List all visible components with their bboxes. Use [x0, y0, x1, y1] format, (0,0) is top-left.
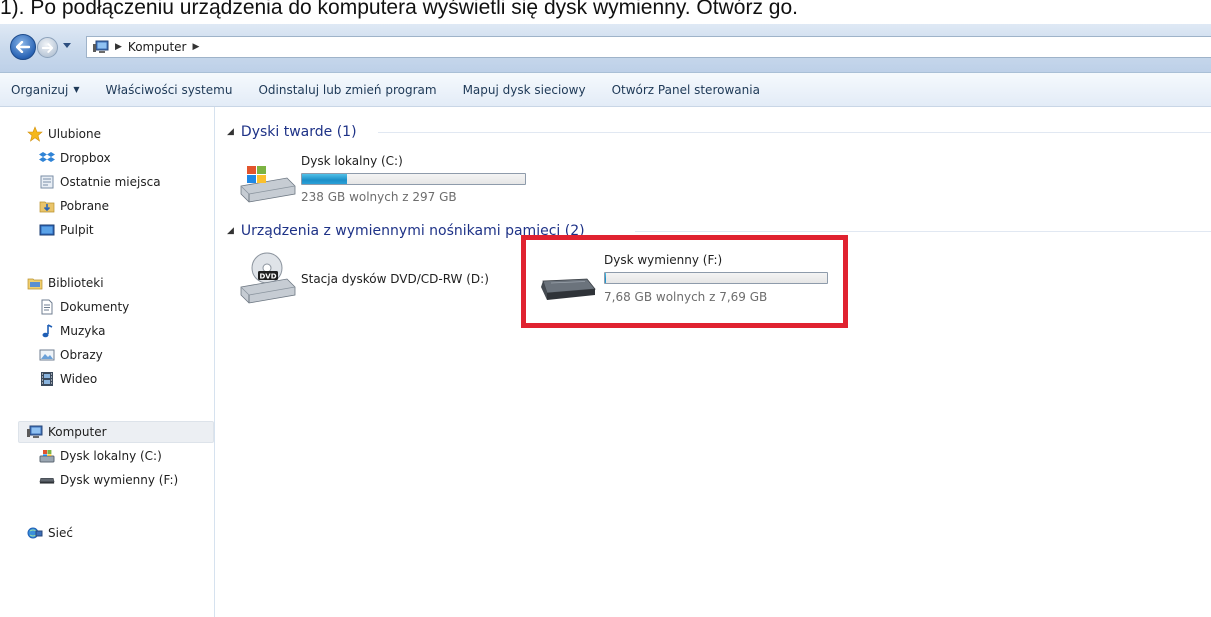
local-disk-icon [39, 448, 55, 464]
sidebar-item-dropbox[interactable]: Dropbox [39, 147, 111, 169]
sidebar-item-downloads[interactable]: Pobrane [39, 195, 109, 217]
sidebar-item-desktop[interactable]: Pulpit [39, 219, 94, 241]
sidebar-item-label: Biblioteki [48, 276, 104, 290]
computer-icon [93, 40, 109, 53]
sidebar-item-label: Komputer [48, 425, 107, 439]
collapse-triangle-icon: ◢ [227, 226, 234, 236]
breadcrumb-separator-icon[interactable]: ▶ [192, 42, 199, 52]
breadcrumb-separator-icon[interactable]: ▶ [115, 42, 122, 52]
sidebar-item-documents[interactable]: Dokumenty [39, 296, 129, 318]
command-toolbar: Organizuj ▼ Właściwości systemu Odinstal… [0, 73, 1211, 107]
highlight-annotation-box [521, 235, 848, 328]
pictures-icon [39, 347, 55, 363]
dvd-drive-icon: DVD [240, 252, 296, 304]
music-note-icon [39, 323, 55, 339]
sidebar-item-label: Dysk wymienny (F:) [60, 473, 179, 487]
map-network-drive-button[interactable]: Mapuj dysk sieciowy [450, 78, 599, 102]
forward-button[interactable] [37, 37, 58, 58]
sidebar-item-label: Pulpit [60, 223, 94, 237]
back-arrow-icon [16, 41, 30, 53]
local-disk-icon [240, 166, 296, 203]
sidebar-item-label: Dysk lokalny (C:) [60, 449, 162, 463]
open-control-panel-button[interactable]: Otwórz Panel sterowania [599, 78, 773, 102]
drive-name: Dysk lokalny (C:) [301, 154, 403, 168]
uninstall-program-button[interactable]: Odinstaluj lub zmień program [245, 78, 449, 102]
sidebar-item-label: Dokumenty [60, 300, 130, 314]
sidebar-item-computer[interactable]: Komputer [18, 421, 214, 443]
drive-name: Stacja dysków DVD/CD-RW (D:) [301, 272, 489, 286]
sidebar-item-libraries[interactable]: Biblioteki [27, 272, 104, 294]
sidebar-item-drive-f[interactable]: Dysk wymienny (F:) [39, 469, 178, 491]
desktop-icon [39, 222, 55, 238]
capacity-fill [302, 174, 347, 184]
group-title: Dyski twarde (1) [240, 124, 357, 140]
sidebar-item-network[interactable]: Sieć [27, 522, 73, 544]
dvd-badge: DVD [259, 273, 276, 281]
back-button[interactable] [10, 34, 36, 60]
network-icon [27, 525, 43, 541]
recent-places-icon [39, 174, 55, 190]
sidebar-item-label: Ostatnie miejsca [60, 175, 161, 189]
libraries-icon [27, 275, 43, 291]
star-icon [27, 126, 43, 142]
computer-icon [27, 424, 43, 440]
organize-button[interactable]: Organizuj ▼ [0, 78, 92, 102]
sidebar-item-label: Muzyka [60, 324, 106, 338]
address-bar: ▶ Komputer ▶ [0, 24, 1211, 73]
sidebar-item-label: Sieć [48, 526, 73, 540]
instruction-caption: 1). Po podłączeniu urządzenia do kompute… [0, 0, 798, 19]
system-properties-button[interactable]: Właściwości systemu [92, 78, 245, 102]
sidebar-item-favorites[interactable]: Ulubione [27, 123, 101, 145]
sidebar-item-label: Pobrane [60, 199, 110, 213]
drive-tile-local-c[interactable]: Dysk lokalny (C:) 238 GB wolnych z 297 G… [235, 152, 535, 210]
address-field[interactable]: ▶ Komputer ▶ [86, 36, 1211, 58]
group-header-hard-disks[interactable]: ◢ Dyski twarde (1) [227, 122, 357, 142]
sidebar-item-label: Ulubione [48, 127, 102, 141]
forward-arrow-icon [42, 42, 53, 53]
sidebar-item-recent-places[interactable]: Ostatnie miejsca [39, 171, 161, 193]
chevron-down-icon: ▼ [73, 85, 80, 94]
sidebar-item-label: Wideo [60, 372, 98, 386]
sidebar-item-pictures[interactable]: Obrazy [39, 344, 103, 366]
breadcrumb-computer[interactable]: Komputer [128, 40, 187, 54]
sidebar-item-label: Dropbox [60, 151, 111, 165]
sidebar-item-label: Obrazy [60, 348, 103, 362]
capacity-bar [301, 173, 526, 185]
documents-icon [39, 299, 55, 315]
content-pane: ◢ Dyski twarde (1) Dysk lokalny (C:) 238… [215, 107, 1211, 617]
drive-tile-dvd-d[interactable]: DVD Stacja dysków DVD/CD-RW (D:) [235, 249, 525, 307]
sidebar-item-drive-c[interactable]: Dysk lokalny (C:) [39, 445, 162, 467]
sidebar-item-video[interactable]: Wideo [39, 368, 97, 390]
group-divider [635, 231, 1211, 232]
navigation-pane: Ulubione Dropbox Ostatnie miejsca Pobran… [0, 107, 215, 617]
group-divider [378, 132, 1211, 133]
collapse-triangle-icon: ◢ [227, 127, 234, 137]
video-film-icon [39, 371, 55, 387]
removable-drive-icon [39, 472, 55, 488]
organize-label: Organizuj [11, 82, 69, 97]
recent-pages-dropdown-icon[interactable] [62, 40, 72, 50]
dropbox-icon [39, 150, 55, 166]
drive-free-space: 238 GB wolnych z 297 GB [301, 190, 457, 204]
sidebar-item-music[interactable]: Muzyka [39, 320, 105, 342]
downloads-folder-icon [39, 198, 55, 214]
